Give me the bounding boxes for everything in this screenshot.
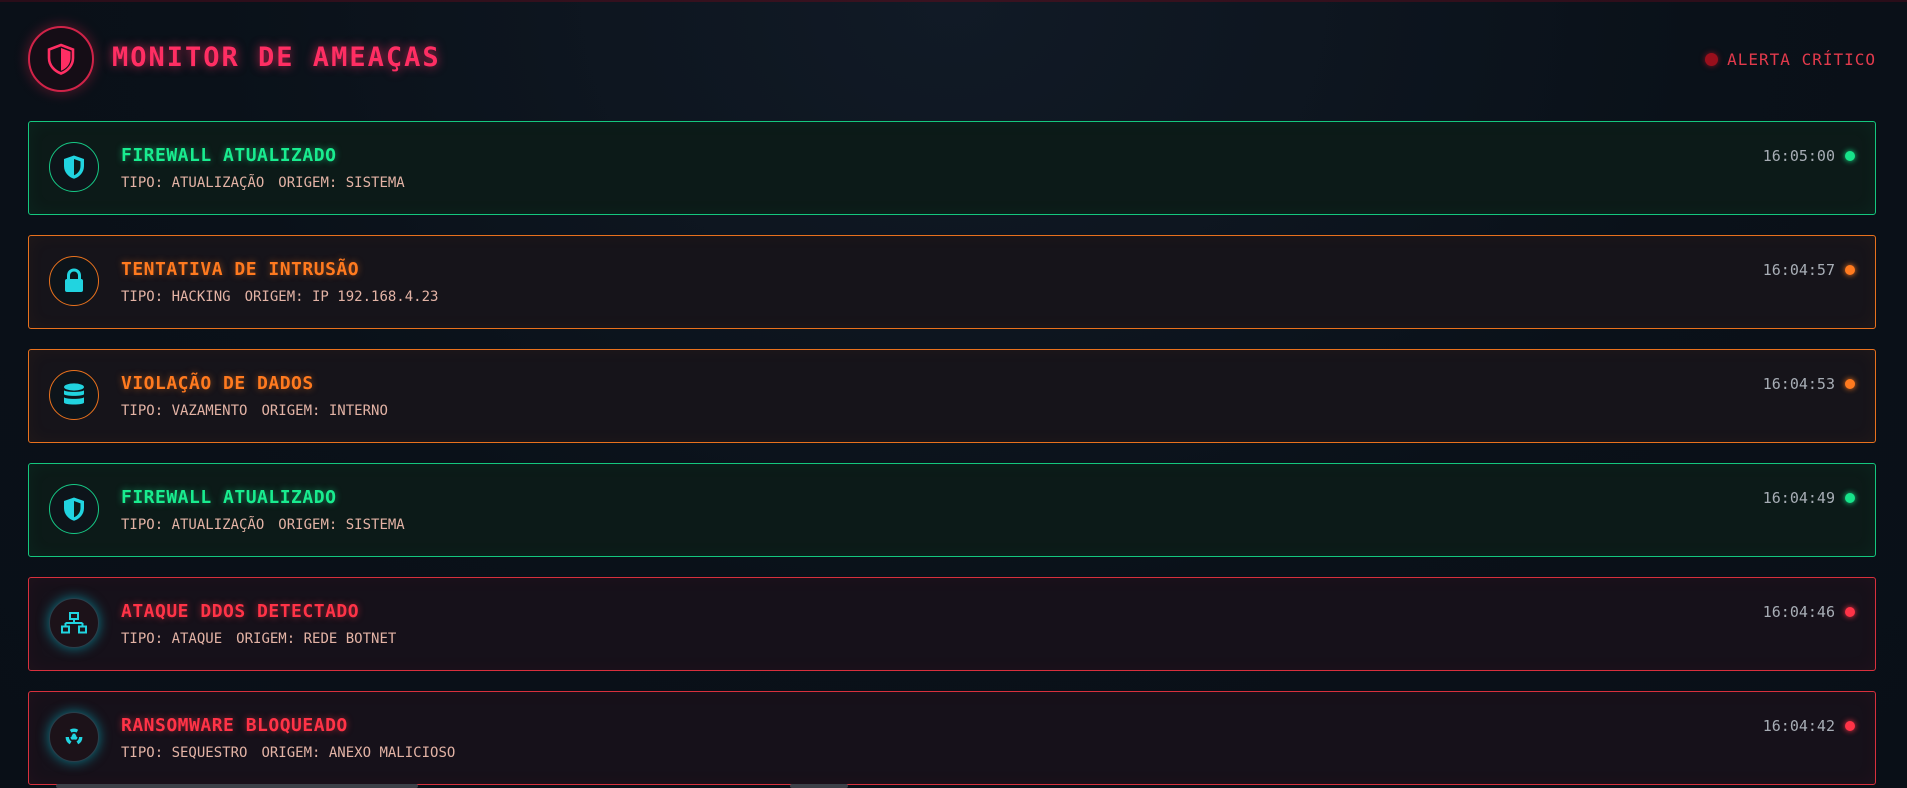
event-card[interactable]: VIOLAÇÃO DE DADOS TIPO: VAZAMENTO ORIGEM:… bbox=[28, 349, 1876, 443]
event-origin: ORIGEM: SISTEMA bbox=[278, 175, 405, 191]
event-meta: TIPO: ATAQUE ORIGEM: REDE BOTNET bbox=[121, 631, 410, 647]
radiation-icon bbox=[49, 712, 99, 762]
event-origin: ORIGEM: SISTEMA bbox=[278, 517, 405, 533]
event-status-dot bbox=[1845, 493, 1855, 503]
event-title: TENTATIVA DE INTRUSÃO bbox=[121, 259, 360, 280]
event-type: TIPO: SEQUESTRO bbox=[121, 745, 248, 761]
event-card[interactable]: FIREWALL ATUALIZADO TIPO: ATUALIZAÇÃO ORI… bbox=[28, 463, 1876, 557]
shield-icon bbox=[49, 142, 99, 192]
page-title: MONITOR DE AMEAÇAS bbox=[112, 42, 441, 73]
app-header: MONITOR DE AMEAÇAS ALERTA CRÍTICO bbox=[28, 26, 1876, 92]
event-meta: TIPO: HACKING ORIGEM: IP 192.168.4.23 bbox=[121, 289, 452, 305]
horizontal-scrollbar-thumb[interactable] bbox=[790, 784, 848, 788]
horizontal-scrollbar[interactable] bbox=[56, 784, 418, 788]
event-timestamp: 16:05:00 bbox=[1762, 147, 1835, 165]
event-status-dot bbox=[1845, 265, 1855, 275]
event-meta: TIPO: VAZAMENTO ORIGEM: INTERNO bbox=[121, 403, 402, 419]
top-accent-line bbox=[0, 0, 1907, 2]
event-type: TIPO: VAZAMENTO bbox=[121, 403, 248, 419]
event-timestamp: 16:04:49 bbox=[1762, 489, 1835, 507]
database-icon bbox=[49, 370, 99, 420]
event-meta: TIPO: ATUALIZAÇÃO ORIGEM: SISTEMA bbox=[121, 175, 419, 191]
event-type: TIPO: ATAQUE bbox=[121, 631, 223, 647]
event-card[interactable]: ATAQUE DDOS DETECTADO TIPO: ATAQUE ORIGEM… bbox=[28, 577, 1876, 671]
event-card[interactable]: FIREWALL ATUALIZADO TIPO: ATUALIZAÇÃO ORI… bbox=[28, 121, 1876, 215]
event-type: TIPO: HACKING bbox=[121, 289, 231, 305]
event-origin: ORIGEM: ANEXO MALICIOSO bbox=[261, 745, 456, 761]
event-status-dot bbox=[1845, 379, 1855, 389]
event-meta: TIPO: SEQUESTRO ORIGEM: ANEXO MALICIOSO bbox=[121, 745, 469, 761]
event-title: RANSOMWARE BLOQUEADO bbox=[121, 715, 348, 736]
event-title: FIREWALL ATUALIZADO bbox=[121, 145, 337, 166]
alert-status-label: ALERTA CRÍTICO bbox=[1727, 50, 1876, 69]
event-origin: ORIGEM: IP 192.168.4.23 bbox=[244, 289, 439, 305]
threat-feed: FIREWALL ATUALIZADO TIPO: ATUALIZAÇÃO ORI… bbox=[28, 121, 1876, 788]
event-timestamp: 16:04:57 bbox=[1762, 261, 1835, 279]
event-origin: ORIGEM: REDE BOTNET bbox=[236, 631, 397, 647]
event-title: FIREWALL ATUALIZADO bbox=[121, 487, 337, 508]
network-icon bbox=[49, 598, 99, 648]
event-card[interactable]: RANSOMWARE BLOQUEADO TIPO: SEQUESTRO ORIG… bbox=[28, 691, 1876, 785]
event-status-dot bbox=[1845, 607, 1855, 617]
event-timestamp: 16:04:46 bbox=[1762, 603, 1835, 621]
event-status-dot bbox=[1845, 151, 1855, 161]
shield-half-icon bbox=[28, 26, 94, 92]
critical-alert-indicator: ALERTA CRÍTICO bbox=[1705, 50, 1876, 69]
alert-status-dot bbox=[1705, 53, 1719, 66]
event-title: ATAQUE DDOS DETECTADO bbox=[121, 601, 360, 622]
event-card[interactable]: TENTATIVA DE INTRUSÃO TIPO: HACKING ORIGE… bbox=[28, 235, 1876, 329]
event-timestamp: 16:04:42 bbox=[1762, 717, 1835, 735]
event-origin: ORIGEM: INTERNO bbox=[261, 403, 388, 419]
shield-icon bbox=[49, 484, 99, 534]
event-title: VIOLAÇÃO DE DADOS bbox=[121, 373, 314, 394]
event-meta: TIPO: ATUALIZAÇÃO ORIGEM: SISTEMA bbox=[121, 517, 419, 533]
event-type: TIPO: ATUALIZAÇÃO bbox=[121, 517, 265, 533]
event-status-dot bbox=[1845, 721, 1855, 731]
event-timestamp: 16:04:53 bbox=[1762, 375, 1835, 393]
event-type: TIPO: ATUALIZAÇÃO bbox=[121, 175, 265, 191]
lock-icon bbox=[49, 256, 99, 306]
